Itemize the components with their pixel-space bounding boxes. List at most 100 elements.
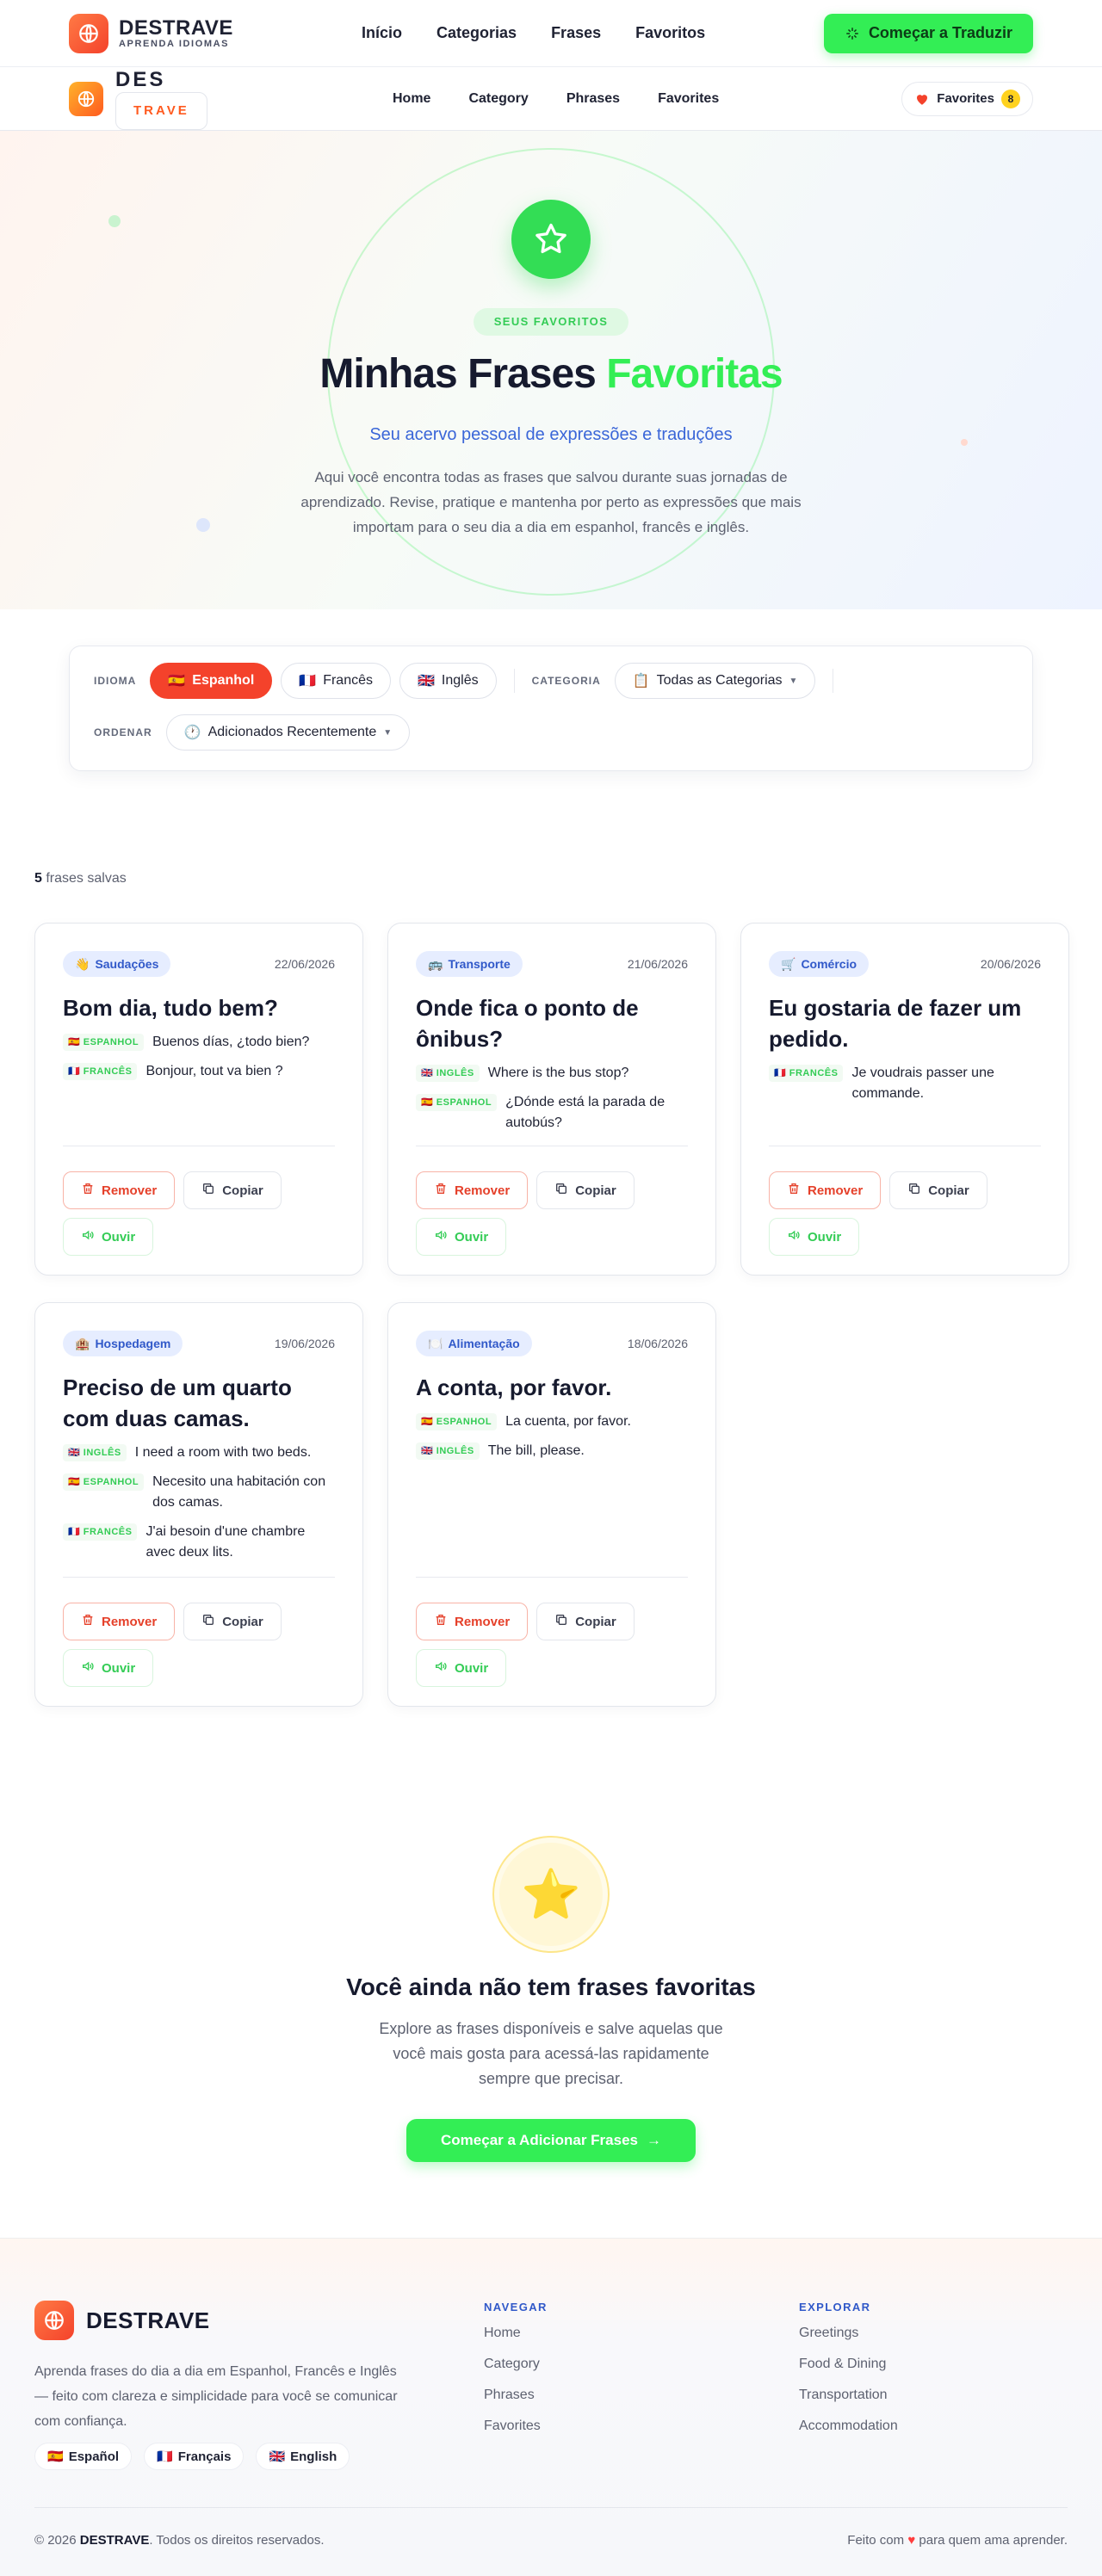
copy-label: Copiar	[575, 1614, 616, 1629]
footer-link-phrases[interactable]: Phrases	[484, 2388, 548, 2403]
category-icon: 🏨	[75, 1336, 90, 1350]
brand-logo-secondary[interactable]: DES TRAVE	[69, 68, 344, 130]
language-tag: 🇬🇧 INGLÊS	[63, 1444, 127, 1461]
card-actions: Remover Copiar Ouvir	[63, 1603, 337, 1687]
listen-button[interactable]: Ouvir	[63, 1649, 154, 1687]
sort-select[interactable]: 🕐 Adicionados Recentemente ▼	[165, 714, 411, 751]
footer-link-transportation[interactable]: Transportation	[799, 2388, 898, 2403]
remove-button[interactable]: Remover	[63, 1171, 176, 1209]
remove-button[interactable]: Remover	[769, 1171, 882, 1209]
saved-date: 19/06/2026	[274, 1337, 335, 1350]
language-tag: 🇬🇧 INGLÊS	[416, 1442, 480, 1460]
translation-text: I need a room with two beds.	[134, 1445, 312, 1460]
nav-phrases[interactable]: Phrases	[566, 91, 620, 107]
remove-label: Remover	[808, 1183, 864, 1198]
copy-button[interactable]: Copiar	[183, 1171, 282, 1209]
footer-lang-es[interactable]: 🇪🇸 Español	[34, 2443, 133, 2470]
made-a: Feito com	[847, 2533, 908, 2548]
footer-logo[interactable]: DESTRAVE	[34, 2301, 210, 2340]
flag-icon: 🇬🇧	[421, 1068, 434, 1078]
copy-icon	[554, 1613, 568, 1630]
copy-icon	[201, 1613, 215, 1630]
chip-label: Francês	[323, 673, 373, 688]
card-actions: Remover Copiar Ouvir	[63, 1171, 337, 1256]
language-chip-espanhol[interactable]: 🇪🇸 Espanhol	[150, 663, 273, 699]
copyright-brand: DESTRAVE	[79, 2533, 150, 2548]
brand-name-part-b: TRAVE	[115, 91, 207, 130]
remove-label: Remover	[102, 1614, 158, 1629]
translation-row: 🇫🇷 FRANCÊS Je voudrais passer une command…	[769, 1063, 1041, 1104]
category-name: Saudações	[95, 957, 159, 971]
translation-row: 🇫🇷 FRANCÊS Bonjour, tout va bien ?	[63, 1061, 335, 1082]
footer-lang-label: Español	[68, 2449, 120, 2464]
category-tag[interactable]: 🛒 Comércio	[769, 951, 870, 977]
card-divider	[63, 1577, 335, 1578]
footer-lang-en[interactable]: 🇬🇧 English	[256, 2443, 350, 2470]
nav-category[interactable]: Category	[468, 91, 528, 107]
listen-button[interactable]: Ouvir	[416, 1218, 507, 1256]
trash-icon	[787, 1182, 801, 1199]
favorites-button[interactable]: Favorites 8	[901, 81, 1033, 116]
listen-button[interactable]: Ouvir	[63, 1218, 154, 1256]
nav-inicio[interactable]: Início	[362, 24, 402, 42]
start-adding-button[interactable]: Começar a Adicionar Frases →	[406, 2119, 696, 2162]
translation-text: Je voudrais passer une commande.	[851, 1066, 994, 1101]
category-select[interactable]: 📋 Todas as Categorias ▼	[614, 663, 816, 699]
footer-link-home[interactable]: Home	[484, 2326, 548, 2341]
footer-link-category[interactable]: Category	[484, 2357, 548, 2372]
start-translate-button[interactable]: Começar a Traduzir	[823, 13, 1033, 53]
remove-button[interactable]: Remover	[416, 1603, 529, 1640]
copy-button[interactable]: Copiar	[536, 1171, 635, 1209]
saved-count-text: frases salvas	[46, 871, 127, 886]
category-tag[interactable]: 🍽️ Alimentação	[416, 1331, 532, 1356]
footer-link-accommodation[interactable]: Accommodation	[799, 2418, 898, 2434]
copy-button[interactable]: Copiar	[536, 1603, 635, 1640]
nav-favorites[interactable]: Favorites	[658, 91, 719, 107]
decorative-dot	[196, 518, 210, 532]
globe-icon	[69, 81, 103, 116]
nav-favoritos[interactable]: Favoritos	[635, 24, 705, 42]
listen-button[interactable]: Ouvir	[416, 1649, 507, 1687]
copy-button[interactable]: Copiar	[183, 1603, 282, 1640]
copy-label: Copiar	[928, 1183, 969, 1198]
footer-link-food[interactable]: Food & Dining	[799, 2357, 898, 2372]
footer-lang-fr[interactable]: 🇫🇷 Français	[144, 2443, 245, 2470]
category-tag[interactable]: 🏨 Hospedagem	[63, 1331, 183, 1356]
clipboard-icon: 📋	[632, 674, 650, 689]
remove-button[interactable]: Remover	[63, 1603, 176, 1640]
phrase-card: 🏨 Hospedagem 19/06/2026 Preciso de um quar…	[34, 1302, 363, 1707]
category-icon: 🚌	[428, 956, 443, 971]
nav-home[interactable]: Home	[393, 91, 430, 107]
remove-label: Remover	[455, 1183, 511, 1198]
phrase-title: A conta, por favor.	[416, 1374, 612, 1400]
footer-link-favorites[interactable]: Favorites	[484, 2418, 548, 2434]
trash-icon	[81, 1182, 95, 1199]
category-tag[interactable]: 👋 Saudações	[63, 951, 171, 977]
language-tag: 🇪🇸 ESPANHOL	[416, 1094, 498, 1111]
footer-nav-title: NAVEGAR	[484, 2301, 548, 2313]
copyright: © 2026 DESTRAVE. Todos os direitos reser…	[34, 2533, 325, 2548]
category-filter-label: CATEGORIA	[531, 675, 601, 687]
translation-text: J'ai besoin d'une chambre avec deux lits…	[145, 1524, 306, 1560]
footer-link-greetings[interactable]: Greetings	[799, 2326, 898, 2341]
category-tag[interactable]: 🚌 Transporte	[416, 951, 523, 977]
page-title-part-a: Minhas Frases	[319, 351, 607, 397]
flag-es-icon: 🇪🇸	[47, 2449, 64, 2464]
translation-row: 🇬🇧 INGLÊS I need a room with two beds.	[63, 1442, 335, 1463]
nav-categorias[interactable]: Categorias	[436, 24, 517, 42]
category-icon: 🍽️	[428, 1336, 443, 1350]
phrase-title: Eu gostaria de fazer um pedido.	[769, 995, 1022, 1052]
nav-frases[interactable]: Frases	[551, 24, 601, 42]
language-chip-frances[interactable]: 🇫🇷 Francês	[281, 663, 391, 699]
decorative-dot	[108, 215, 121, 227]
category-icon: 🛒	[781, 956, 796, 971]
flag-icon: 🇪🇸	[421, 1097, 434, 1108]
listen-button[interactable]: Ouvir	[769, 1218, 860, 1256]
copy-button[interactable]: Copiar	[889, 1171, 987, 1209]
translation-text: Bonjour, tout va bien ?	[145, 1064, 283, 1078]
translation-row: 🇪🇸 ESPANHOL Necesito una habitación con d…	[63, 1472, 335, 1513]
copy-label: Copiar	[222, 1614, 263, 1629]
language-chip-ingles[interactable]: 🇬🇧 Inglês	[399, 663, 497, 699]
remove-button[interactable]: Remover	[416, 1171, 529, 1209]
brand-logo[interactable]: DESTRAVE APRENDA IDIOMAS	[69, 13, 362, 53]
